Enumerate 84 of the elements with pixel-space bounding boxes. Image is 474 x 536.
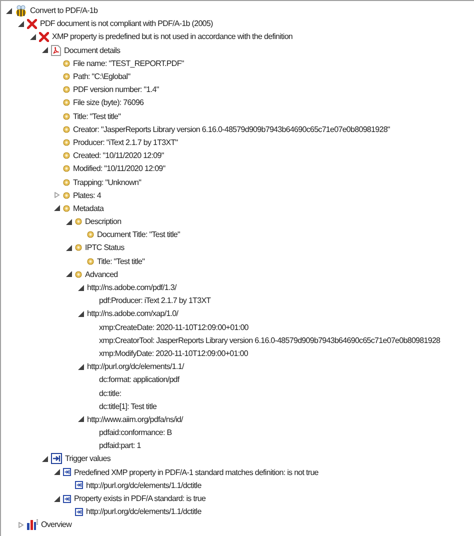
tree-item-label[interactable]: pdf:Producer: iText 2.1.7 by 1T3XT bbox=[99, 296, 211, 306]
tree-item-label[interactable]: Title: "Test title" bbox=[97, 256, 145, 266]
tree-item-label[interactable]: http://ns.adobe.com/xap/1.0/ bbox=[87, 309, 178, 318]
tree-item-label[interactable]: PDF version number: "1.4" bbox=[73, 85, 159, 94]
bar-chart-icon bbox=[27, 519, 38, 530]
tree-item-label[interactable]: File size (byte): 76096 bbox=[73, 98, 144, 108]
tree-item-label[interactable]: Modified: "10/11/2020 12:09" bbox=[73, 164, 166, 174]
tree-item-label[interactable]: http://www.aiim.org/pdfa/ns/id/ bbox=[87, 414, 183, 424]
tree-item-label[interactable]: pdfaid:conformance: B bbox=[99, 428, 172, 438]
tree-item-label[interactable]: Metadata bbox=[73, 204, 104, 213]
collapse-arrow[interactable] bbox=[78, 310, 84, 317]
tree-item-label[interactable]: Path: "C:\Eglobal" bbox=[73, 72, 130, 82]
tree-item-label[interactable]: IPTC Status bbox=[85, 243, 124, 252]
bullet-icon bbox=[87, 231, 94, 238]
collapse-arrow[interactable] bbox=[18, 20, 24, 27]
tree-item-label[interactable]: Trapping: "Unknown" bbox=[73, 178, 142, 187]
expand-arrow[interactable] bbox=[18, 522, 24, 528]
bullet-icon bbox=[63, 86, 70, 94]
collapse-arrow[interactable] bbox=[54, 496, 60, 502]
tree-item-label[interactable]: Document Title: "Test title" bbox=[97, 230, 180, 240]
collapse-arrow[interactable] bbox=[42, 456, 48, 462]
tree-item-label[interactable]: pdfaid:part: 1 bbox=[99, 441, 141, 450]
cross-icon bbox=[27, 18, 37, 29]
bee-icon bbox=[15, 4, 27, 17]
collapse-arrow[interactable] bbox=[54, 469, 60, 476]
bullet-icon bbox=[75, 270, 82, 278]
pdf-file-icon bbox=[51, 44, 61, 56]
collapse-arrow[interactable] bbox=[6, 8, 12, 14]
tree-item-label[interactable]: Plates: 4 bbox=[73, 190, 101, 200]
tree-item-label[interactable]: Overview bbox=[41, 520, 72, 530]
tree-item-label[interactable]: dc:format: application/pdf bbox=[99, 375, 180, 384]
tree-item-label[interactable]: File name: "TEST_REPORT.PDF" bbox=[73, 58, 184, 68]
bullet-icon bbox=[63, 192, 70, 199]
tree-item-label[interactable]: http://ns.adobe.com/pdf/1.3/ bbox=[87, 283, 176, 292]
arrow-in-box-icon bbox=[51, 453, 62, 464]
tree-item-label[interactable]: Creator: "JasperReports Library version 6.16.0-48579d909b7943b64690c65c71e07e0b80981928" bbox=[73, 124, 390, 134]
tree-item-label[interactable]: Property exists in PDF/A standard: is true bbox=[74, 494, 206, 504]
tree-item-label[interactable]: http://purl.org/dc/elements/1.1/ bbox=[87, 362, 184, 372]
bullet-icon bbox=[63, 152, 70, 160]
tree-item-label[interactable]: dc:title[1]: Test title bbox=[99, 402, 157, 411]
arrow-in-box-icon bbox=[75, 508, 83, 516]
cross-icon bbox=[39, 32, 49, 42]
collapse-arrow[interactable] bbox=[78, 364, 84, 370]
bullet-icon bbox=[63, 112, 70, 120]
tree-item-label[interactable]: xmp:CreatorTool: JasperReports Library version 6.16.0-48579d909b7943b64690c65c71e07e0b80981928 bbox=[99, 336, 440, 345]
bullet-icon bbox=[63, 165, 70, 172]
bullet-icon bbox=[63, 204, 70, 212]
tree-item-label[interactable]: xmp:ModifyDate: 2020-11-10T12:09:00+01:00 bbox=[99, 348, 248, 358]
bullet-icon bbox=[63, 73, 70, 80]
bullet-icon bbox=[75, 218, 82, 226]
collapse-arrow[interactable] bbox=[30, 34, 36, 40]
bullet-icon bbox=[63, 138, 70, 146]
tree-item-label[interactable]: http://purl.org/dc/elements/1.1/dctitle bbox=[86, 480, 202, 490]
tree-item-label[interactable]: Advanced bbox=[85, 270, 118, 279]
tree-item-label[interactable]: Trigger values bbox=[65, 454, 110, 464]
arrow-in-box-icon bbox=[75, 481, 83, 490]
bullet-icon bbox=[63, 178, 70, 186]
tree-item-label[interactable]: http://purl.org/dc/elements/1.1/dctitle bbox=[86, 507, 202, 516]
arrow-in-box-icon bbox=[63, 468, 71, 476]
tree-item-label[interactable]: Document details bbox=[64, 46, 120, 55]
arrow-in-box-icon bbox=[63, 494, 71, 503]
tree-item-label[interactable]: dc:title: bbox=[99, 388, 122, 398]
bullet-icon bbox=[87, 258, 94, 265]
collapse-arrow[interactable] bbox=[78, 284, 84, 291]
tree-item-label[interactable]: Producer: "iText 2.1.7 by 1T3XT" bbox=[73, 138, 178, 147]
expand-arrow[interactable] bbox=[54, 192, 60, 198]
tree-item-label[interactable]: Convert to PDF/A-1b bbox=[30, 6, 98, 16]
bullet-icon bbox=[63, 99, 70, 106]
tree-item-label[interactable]: Created: "10/11/2020 12:09" bbox=[73, 151, 164, 160]
tree-item-label[interactable]: xmp:CreateDate: 2020-11-10T12:09:00+01:00 bbox=[99, 322, 248, 332]
collapse-arrow[interactable] bbox=[42, 47, 48, 54]
collapse-arrow[interactable] bbox=[54, 205, 60, 212]
bullet-icon bbox=[63, 126, 70, 133]
bullet-icon bbox=[75, 244, 82, 252]
tree-item-label[interactable]: XMP property is predefined but is not used in accordance with the definition bbox=[52, 32, 293, 42]
tree-item-label[interactable]: Predefined XMP property in PDF/A-1 standard matches definition: is not true bbox=[74, 468, 318, 477]
collapse-arrow[interactable] bbox=[66, 244, 72, 251]
bullet-icon bbox=[63, 60, 70, 67]
collapse-arrow[interactable] bbox=[66, 218, 72, 225]
tree-item-label[interactable]: Description bbox=[85, 217, 122, 226]
collapse-arrow[interactable] bbox=[78, 416, 84, 422]
collapse-arrow[interactable] bbox=[66, 271, 72, 278]
tree-item-label[interactable]: Title: "Test title" bbox=[73, 112, 121, 121]
tree-item-label[interactable]: PDF document is not compliant with PDF/A-1b (2005) bbox=[40, 19, 213, 28]
